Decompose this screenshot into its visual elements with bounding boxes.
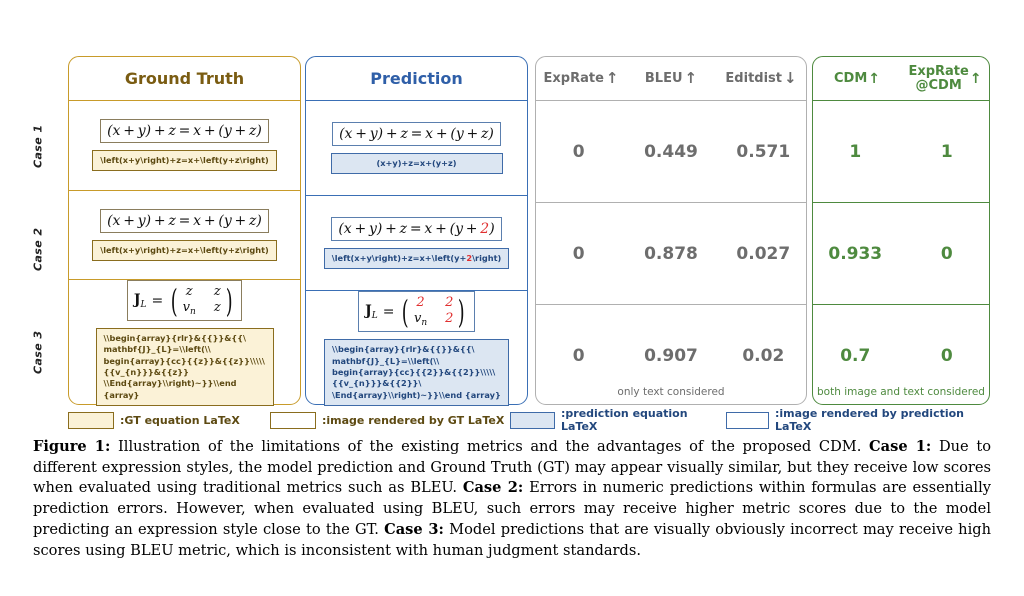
case-label-1: Case 1 [31, 124, 45, 169]
caption-case1-label: Case 1: [869, 438, 932, 455]
pred-rendered-equation-1: (x + y) + z = x + (y + z) [332, 121, 501, 146]
gt-row-case-2: (x + y) + z = x + (y + z) \left(x+y\righ… [69, 189, 300, 280]
panel-prediction: Prediction (x + y) + z = x + (y + z) (x+… [305, 56, 528, 406]
pred-latex-1: (x+y)+z=x+(y+z) [330, 152, 503, 175]
metrics-row-case-1: 0 0.449 0.571 [536, 101, 806, 202]
metrics-footnote: only text considered [617, 385, 725, 398]
pred-latex-2: \left(x+y\right)+z=x+\left(y+2\right) [323, 248, 510, 270]
cdm-row-case-1: 1 1 [813, 101, 989, 202]
metric-label-exprate-at-cdm-line2: @CDM [915, 77, 962, 93]
panel-metrics: ExpRate ↑ BLEU ↑ Editdist ↓ 0 0.449 0.57… [535, 56, 807, 405]
cdm-value-exprate-1: 1 [940, 141, 953, 162]
pred-rendered-equation-2: (x + y) + z = x + (y + 2) [331, 217, 502, 242]
arrow-up-icon: ↑ [969, 70, 982, 87]
caption-figure-label: Figure 1: [33, 438, 111, 455]
panel-cdm: CDM ↑ ExpRate @CDM ↑ 1 1 0.933 0 0.7 0 b… [812, 56, 990, 405]
metric-value-editdist-3: 0.02 [742, 345, 785, 366]
legend-label-pred-image: :image rendered by prediction LaTeX [774, 407, 965, 433]
gt-latex-3: \\begin{array}{rlr}&{{}}&{{\ mathbf{J}_{… [95, 328, 274, 406]
cdm-header: CDM ↑ ExpRate @CDM ↑ [813, 57, 989, 101]
case-label-3: Case 3 [31, 330, 45, 375]
metric-label-bleu: BLEU [644, 71, 683, 86]
gt-rendered-matrix-3: JL = ( zz vn z ) [126, 280, 243, 322]
metric-value-exprate-3: 0 [572, 345, 585, 366]
legend-swatch-pred-latex [509, 411, 555, 429]
legend-label-gt-latex: :GT equation LaTeX [120, 413, 240, 427]
pred-rendered-matrix-3: JL = ( 22 vn 2 ) [358, 291, 475, 333]
gt-latex-1: \left(x+y\right)+z=x+\left(y+z\right) [92, 150, 277, 172]
ground-truth-rows: (x + y) + z = x + (y + z) \left(x+y\righ… [69, 101, 300, 406]
metrics-row-case-3: 0 0.907 0.02 only text considered [536, 304, 806, 406]
legend-item-gt-latex: :GT equation LaTeX [68, 411, 270, 429]
prediction-title: Prediction [306, 57, 527, 101]
cdm-row-case-2: 0.933 0 [813, 202, 989, 304]
caption-case2-label: Case 2: [462, 479, 524, 497]
legend-item-gt-image: :image rendered by GT LaTeX [270, 411, 510, 429]
metric-value-bleu-2: 0.878 [644, 243, 698, 264]
metric-value-bleu-1: 0.449 [644, 141, 698, 162]
cdm-row-case-3: 0.7 0 both image and text considered [813, 304, 989, 406]
case-label-column: Case 1 Case 2 Case 3 [18, 95, 58, 405]
metric-column-exprate: ExpRate ↑ [536, 69, 626, 87]
arrow-up-icon: ↑ [868, 70, 880, 87]
cdm-value-cdm-3: 0.7 [840, 345, 871, 366]
arrow-up-icon: ↑ [605, 69, 619, 87]
pred-latex-2-suffix: \right) [472, 253, 502, 264]
pred-row-case-1: (x + y) + z = x + (y + z) (x+y)+z=x+(y+z… [306, 101, 527, 195]
legend-item-pred-latex: :prediction equation LaTeX [509, 407, 726, 433]
pred-latex-2-prefix: \left(x+y\right)+z=x+\left(y+ [331, 253, 467, 264]
legend-swatch-pred-image [725, 411, 769, 429]
gt-latex-2: \left(x+y\right)+z=x+\left(y+z\right) [92, 239, 277, 261]
metric-value-exprate-1: 0 [572, 141, 585, 162]
gt-row-case-1: (x + y) + z = x + (y + z) \left(x+y\righ… [69, 101, 300, 190]
gt-rendered-equation-1: (x + y) + z = x + (y + z) [100, 119, 269, 144]
legend-swatch-gt-latex [68, 411, 114, 429]
cdm-rows: 1 1 0.933 0 0.7 0 both image and text co… [813, 101, 989, 406]
legend-label-pred-latex: :prediction equation LaTeX [561, 407, 688, 433]
cdm-footnote: both image and text considered [817, 385, 985, 398]
metric-value-exprate-2: 0 [572, 243, 585, 264]
caption-part-1: Illustration of the limitations of the e… [110, 438, 870, 455]
metric-label-exprate: ExpRate [543, 71, 604, 86]
pred-row-case-2: (x + y) + z = x + (y + 2) \left(x+y\righ… [306, 195, 527, 290]
panel-ground-truth: Ground Truth (x + y) + z = x + (y + z) \… [68, 56, 301, 406]
metrics-header: ExpRate ↑ BLEU ↑ Editdist ↓ [536, 57, 806, 101]
metric-column-exprate-at-cdm: ExpRate @CDM ↑ [901, 65, 989, 92]
metric-label-editdist: Editdist [725, 71, 782, 86]
legend-swatch-gt-image [270, 411, 316, 429]
legend: :GT equation LaTeX :image rendered by GT… [68, 407, 990, 433]
metric-column-editdist: Editdist ↓ [716, 69, 806, 87]
legend-item-pred-image: :image rendered by prediction LaTeX [725, 407, 990, 433]
gt-rendered-equation-2: (x + y) + z = x + (y + z) [100, 208, 269, 233]
metrics-rows: 0 0.449 0.571 0 0.878 0.027 0 0.907 0.02… [536, 101, 806, 406]
figure-illustration: Case 1 Case 2 Case 3 Ground Truth (x + y… [0, 0, 1024, 433]
prediction-rows: (x + y) + z = x + (y + z) (x+y)+z=x+(y+z… [306, 101, 527, 406]
gt-row-case-3: JL = ( zz vn z ) \\begin{array}{rlr}&{{}}… [69, 279, 300, 406]
legend-label-gt-image: :image rendered by GT LaTeX [322, 413, 505, 427]
figure-caption: Figure 1: Illustration of the limitation… [33, 437, 991, 561]
cdm-value-cdm-1: 1 [849, 141, 862, 162]
arrow-up-icon: ↑ [684, 69, 698, 87]
ground-truth-title: Ground Truth [69, 57, 300, 101]
caption-case3-label: Case 3: [384, 520, 444, 538]
metrics-row-case-2: 0 0.878 0.027 [536, 202, 806, 304]
case-label-2: Case 2 [31, 227, 45, 272]
cdm-value-cdm-2: 0.933 [828, 243, 883, 264]
cdm-value-exprate-2: 0 [940, 243, 953, 264]
metric-value-bleu-3: 0.907 [644, 345, 698, 366]
cdm-value-exprate-3: 0 [940, 345, 953, 366]
metric-column-bleu: BLEU ↑ [626, 69, 716, 87]
pred-latex-3: \\begin{array}{rlr}&{{}}&{{\ mathbf{J}_{… [324, 339, 509, 406]
pred-row-case-3: JL = ( 22 vn 2 ) \\begin{array}{rlr}&{{}}… [306, 290, 527, 406]
metric-value-editdist-1: 0.571 [736, 141, 791, 162]
pred-error-token-2: 2 [480, 221, 490, 238]
metric-column-cdm: CDM ↑ [813, 72, 901, 86]
metric-value-editdist-2: 0.027 [736, 243, 791, 264]
arrow-down-icon: ↓ [784, 69, 797, 87]
metric-label-cdm: CDM [833, 70, 868, 86]
